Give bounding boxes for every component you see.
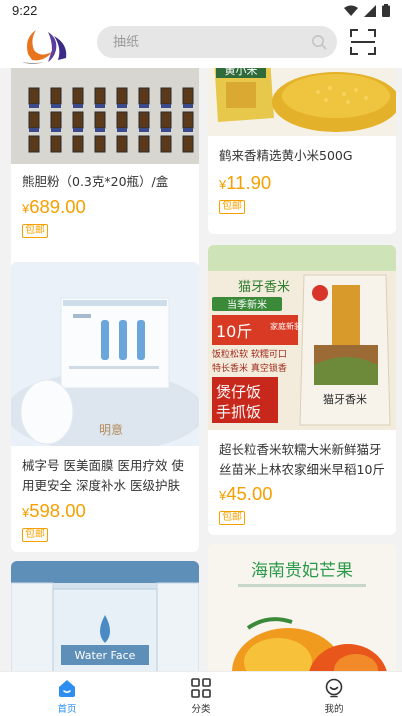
- product-price: ¥11.90: [219, 172, 271, 194]
- product-image: 海南贵妃芒果: [208, 544, 396, 671]
- free-shipping-tag: 包邮: [219, 200, 245, 214]
- app-header: [0, 24, 402, 68]
- product-price: ¥598.00: [22, 500, 86, 522]
- rice-brand-text: 猫牙香米: [238, 280, 290, 295]
- bottom-nav: 首页 分类 我的: [0, 671, 402, 716]
- product-title: 械字号 医美面膜 医用疗效 使用更安全 深度补水 医级护肤 舒…: [22, 458, 184, 493]
- product-feed: 熊胆粉（0.3克*20瓶）/盒 ¥689.00 包邮 黄小米 鹤来香精选黄小米5…: [0, 68, 402, 671]
- price-value: 689.00: [29, 196, 86, 217]
- wifi-icon: [344, 5, 358, 16]
- rice-feature-text: 饭粒松软 软糯可口: [212, 348, 287, 360]
- rice-season-text: 当季新米: [227, 298, 267, 311]
- rice-bag-title: 猫牙香米: [323, 393, 367, 406]
- profile-icon: [325, 678, 343, 698]
- free-shipping-tag: 包邮: [22, 224, 48, 238]
- millet-image: 黄小米: [208, 68, 396, 136]
- rice-origin-text: 特长香米 真空锁香: [212, 362, 287, 374]
- product-card[interactable]: 海南贵妃芒果: [208, 544, 396, 671]
- product-card[interactable]: 黄小米 鹤来香精选黄小米500G ¥11.90 包邮: [208, 68, 396, 234]
- search-bar[interactable]: [97, 26, 337, 58]
- nav-label: 首页: [57, 704, 77, 715]
- status-bar: 9:22: [0, 0, 402, 24]
- product-image: 明意: [11, 262, 199, 446]
- rice-promo-text-1: 煲仔饭: [216, 383, 261, 401]
- product-title: 超长粒香米软糯大米新鲜猫牙丝苗米上林农家细米早稻10斤: [219, 442, 385, 477]
- free-shipping-tag: 包邮: [219, 511, 245, 525]
- price-value: 598.00: [29, 500, 86, 521]
- app-screen: 9:22 抽纸 熊胆粉（0.3克*20瓶）/盒 ¥689.00 包邮 黄小米 鹤…: [0, 0, 402, 716]
- mango-image: 海南贵妃芒果: [208, 544, 396, 671]
- product-card[interactable]: 猫牙香米 当季新米 10斤 家庭新装 饭粒松软 软糯可口 特长香米 真空锁香 煲…: [208, 245, 396, 535]
- search-input[interactable]: [113, 26, 303, 58]
- product-image: 黄小米: [208, 68, 396, 136]
- mask-brand: 明意: [99, 422, 123, 437]
- millet-label: 黄小米: [225, 68, 258, 77]
- home-icon: [59, 680, 75, 697]
- product-card[interactable]: Water Face: [11, 561, 199, 671]
- rice-pack-text: 10斤: [216, 322, 252, 341]
- rice-promo-text-2: 手抓饭: [216, 403, 261, 421]
- tissue-brand: Water Face: [75, 649, 136, 662]
- search-icon[interactable]: [311, 34, 327, 50]
- mango-title: 海南贵妃芒果: [251, 561, 353, 581]
- rice-bag-image: 猫牙香米 当季新米 10斤 家庭新装 饭粒松软 软糯可口 特长香米 真空锁香 煲…: [208, 245, 396, 430]
- signal-icon: [364, 4, 376, 17]
- nav-label: 我的: [324, 704, 344, 715]
- product-image: 猫牙香米 当季新米 10斤 家庭新装 饭粒松软 软糯可口 特长香米 真空锁香 煲…: [208, 245, 396, 430]
- product-image: [11, 68, 199, 164]
- price-value: 45.00: [226, 483, 273, 504]
- product-image: Water Face: [11, 561, 199, 671]
- nav-profile[interactable]: 我的: [294, 672, 374, 716]
- vial-box-image: [11, 68, 199, 164]
- nav-home[interactable]: 首页: [27, 672, 107, 716]
- rice-pack-note: 家庭新装: [270, 321, 302, 331]
- battery-icon: [382, 4, 390, 17]
- nav-label: 分类: [191, 704, 211, 715]
- status-time: 9:22: [12, 3, 38, 18]
- product-card[interactable]: 明意 械字号 医美面膜 医用疗效 使用更安全 深度补水 医级护肤 舒… ¥598…: [11, 262, 199, 552]
- tissue-pack-image: Water Face: [11, 561, 199, 671]
- brand-logo[interactable]: [18, 26, 72, 66]
- free-shipping-tag: 包邮: [22, 528, 48, 542]
- price-value: 11.90: [226, 172, 272, 193]
- product-price: ¥45.00: [219, 483, 273, 505]
- scan-icon[interactable]: [350, 29, 376, 55]
- product-title: 熊胆粉（0.3克*20瓶）/盒: [22, 174, 169, 189]
- nav-category[interactable]: 分类: [161, 672, 241, 716]
- status-icons: [344, 4, 390, 17]
- grid-icon: [191, 678, 211, 698]
- product-title: 鹤来香精选黄小米500G: [219, 148, 353, 163]
- mask-box-image: 明意: [11, 262, 199, 446]
- product-price: ¥689.00: [22, 196, 86, 218]
